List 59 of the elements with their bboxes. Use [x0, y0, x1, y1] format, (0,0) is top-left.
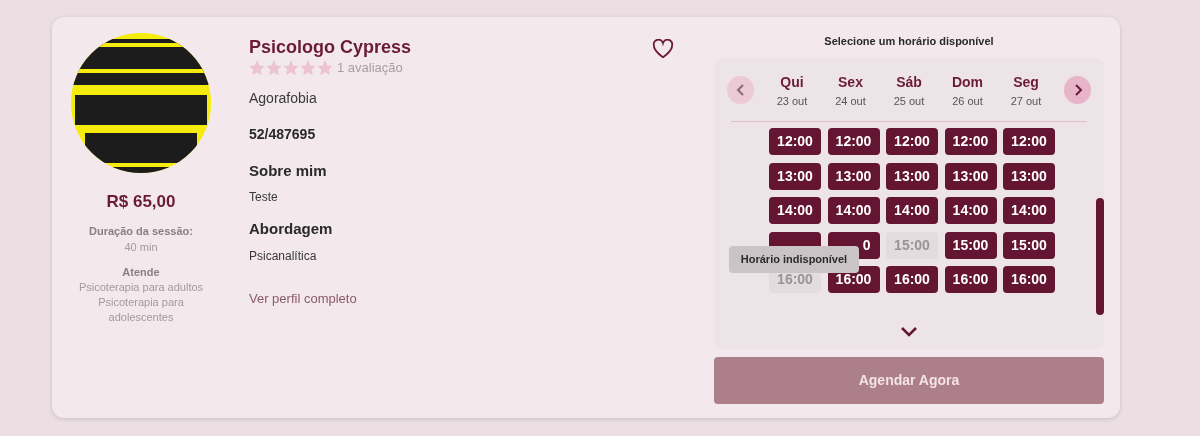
review-count: 1 avaliação — [337, 59, 403, 77]
time-slot[interactable]: 12:00 — [886, 128, 938, 155]
time-slot[interactable]: 13:00 — [827, 162, 880, 190]
psychologist-name: Psicologo Cypress — [249, 36, 412, 58]
star-icon — [283, 59, 299, 76]
time-slot[interactable]: 13:00 — [886, 162, 938, 190]
registration-number: 52/487695 — [249, 124, 317, 144]
time-slot[interactable]: 14:00 — [886, 197, 938, 224]
price: R$ 65,00 — [106, 191, 176, 213]
chevron-left-icon — [735, 84, 746, 97]
service-text: Psicoterapia para adultos — [77, 280, 205, 295]
time-slot[interactable]: 15:00 — [944, 231, 997, 259]
heart-icon[interactable] — [652, 39, 674, 59]
day-name: Sex — [838, 72, 863, 92]
day-name: Dom — [951, 72, 984, 92]
star-icon — [317, 59, 333, 76]
day-date: 23 out — [776, 93, 808, 109]
day-date: 24 out — [835, 93, 866, 109]
duration-label: Duração da sessão: — [89, 223, 193, 239]
time-slot[interactable]: 12:00 — [944, 128, 997, 155]
day-name: Qui — [780, 72, 804, 92]
section-title: Sobre mim — [249, 160, 328, 181]
section-title: Abordagem — [249, 219, 334, 239]
specialty: Agorafobia — [249, 88, 318, 108]
previous-button[interactable] — [727, 76, 754, 105]
time-slot[interactable]: 12:00 — [769, 128, 821, 155]
time-slot[interactable]: 16:00 — [944, 266, 997, 293]
time-slot[interactable]: 16:00 — [1003, 266, 1055, 293]
time-slot[interactable]: 14:00 — [827, 197, 880, 224]
duration-value: 40 min — [124, 240, 158, 255]
time-slot[interactable]: 15:00 — [1003, 231, 1055, 259]
service-text: Psicoterapia para adolescentes — [97, 295, 185, 325]
serves-label: Atende — [122, 264, 160, 280]
time-slot[interactable]: 13:00 — [944, 162, 997, 190]
time-slot[interactable]: 12:00 — [1003, 128, 1055, 155]
time-slot[interactable]: 12:00 — [827, 128, 880, 155]
star-icon — [300, 59, 316, 76]
chevron-down-icon[interactable] — [900, 325, 918, 337]
day-date: 26 out — [952, 93, 983, 109]
day-date: 27 out — [1010, 93, 1042, 109]
time-slot[interactable]: 14:00 — [769, 197, 821, 224]
time-slot[interactable]: 13:00 — [769, 162, 821, 190]
approach-text: Psicanalítica — [249, 247, 318, 265]
time-slot[interactable]: 16:00 — [886, 266, 938, 293]
time-slot[interactable]: 14:00 — [944, 197, 997, 224]
time-slot[interactable]: 14:00 — [1003, 197, 1055, 224]
profile-link[interactable]: Ver perfil completo — [249, 288, 357, 308]
day-name: Seg — [1013, 72, 1039, 92]
day-name: Sáb — [896, 72, 922, 92]
scrollbar-thumb[interactable] — [1096, 197, 1104, 315]
tooltip: Horário indisponível — [729, 245, 859, 273]
chevron-right-icon — [1072, 84, 1083, 97]
time-slot[interactable]: 13:00 — [1003, 162, 1055, 190]
star-icon — [249, 59, 265, 76]
next-button[interactable] — [1064, 76, 1091, 105]
schedule-title: Selecione um horário disponível — [824, 34, 994, 49]
day-date: 25 out — [893, 93, 925, 109]
about-text: Teste — [249, 189, 279, 206]
star-icon — [266, 59, 282, 76]
